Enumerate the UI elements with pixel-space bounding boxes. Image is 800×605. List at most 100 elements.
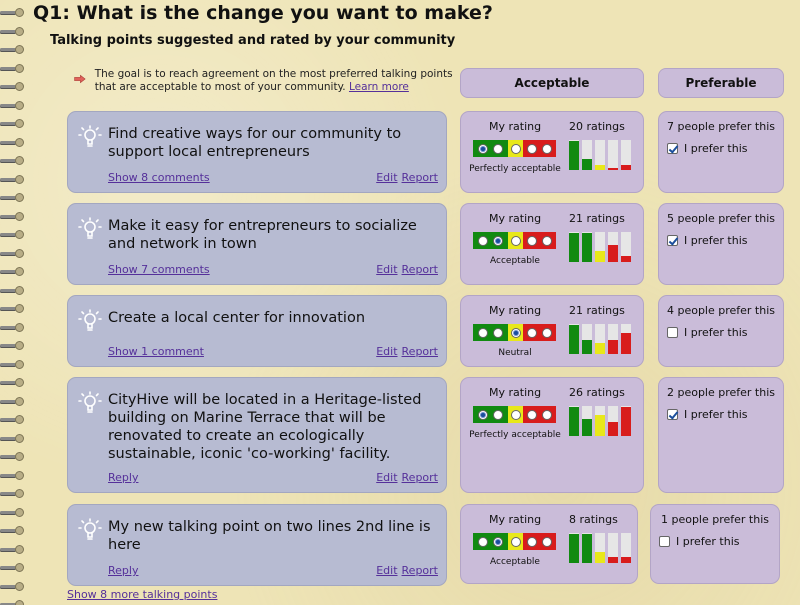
page-title: Q1: What is the change you want to make? [33, 2, 493, 24]
spiral-ring [0, 45, 26, 54]
rating-option-3[interactable] [510, 536, 521, 547]
spiral-ring [0, 563, 26, 572]
rating-option-5[interactable] [541, 327, 552, 338]
rating-option-4[interactable] [527, 536, 538, 547]
rating-segment-yellow [508, 324, 523, 341]
distribution-bar-fill [569, 534, 579, 563]
prefer-checkbox[interactable] [659, 536, 670, 547]
spiral-ring [0, 489, 26, 498]
rating-option-4[interactable] [527, 327, 538, 338]
rating-segment-yellow [508, 232, 523, 249]
rating-option-4[interactable] [527, 409, 538, 420]
rating-option-2[interactable] [493, 143, 503, 154]
reply-link[interactable]: Reply [108, 471, 138, 484]
spiral-ring [0, 322, 26, 332]
show-comments-link[interactable]: Show 8 comments [108, 171, 210, 184]
rating-segment-green [473, 232, 508, 249]
prefer-checkbox[interactable] [667, 327, 678, 338]
rating-option-5[interactable] [541, 536, 552, 547]
rating-option-1[interactable] [478, 409, 488, 420]
spiral-ring [0, 341, 26, 350]
distribution-bar-fill [595, 165, 605, 170]
rating-option-1[interactable] [478, 235, 488, 246]
spiral-ring [0, 470, 26, 480]
rating-option-4[interactable] [527, 143, 538, 154]
rating-segment-green [473, 406, 508, 423]
notebook-spiral [0, 0, 26, 605]
spiral-ring [0, 600, 26, 605]
prefer-label: I prefer this [684, 142, 748, 155]
rating-segment-green [473, 533, 508, 550]
rating-option-3[interactable] [510, 327, 521, 338]
rating-scale [473, 232, 556, 249]
spiral-ring [0, 452, 26, 461]
arrow-right-icon [74, 74, 86, 84]
spiral-ring [0, 544, 26, 554]
preferable-column-header: Preferable [658, 68, 784, 98]
edit-link[interactable]: Edit [376, 564, 397, 577]
show-more-link[interactable]: Show 8 more talking points [67, 588, 217, 601]
spiral-ring [0, 267, 26, 276]
rating-distribution [569, 140, 631, 170]
prefer-count: 7 people prefer this [666, 120, 776, 133]
my-rating-value: Neutral [498, 348, 532, 358]
rating-option-4[interactable] [527, 235, 538, 246]
spiral-ring [0, 433, 26, 443]
lightbulb-icon [78, 309, 102, 331]
rating-option-1[interactable] [478, 536, 488, 547]
distribution-bar-3 [595, 140, 605, 170]
spiral-ring [0, 507, 26, 517]
reply-link[interactable]: Reply [108, 564, 138, 577]
rating-option-1[interactable] [478, 327, 488, 338]
ratings-count: 20 ratings [569, 120, 625, 133]
spiral-ring [0, 304, 26, 313]
show-comments-link[interactable]: Show 1 comment [108, 345, 204, 358]
my-rating-label: My rating [489, 386, 542, 399]
distribution-bar-2 [582, 533, 592, 563]
edit-link[interactable]: Edit [376, 471, 397, 484]
rating-option-2[interactable] [493, 409, 503, 420]
my-rating-value: Perfectly acceptable [469, 430, 561, 440]
distribution-bar-fill [582, 159, 592, 170]
distribution-bar-fill [621, 165, 631, 170]
rating-option-2[interactable] [493, 327, 503, 338]
distribution-bar-3 [595, 533, 605, 563]
talking-point-card: Find creative ways for our community to … [67, 111, 447, 193]
distribution-bar-fill [608, 557, 618, 563]
report-link[interactable]: Report [402, 171, 438, 184]
intro-note: The goal is to reach agreement on the mo… [74, 68, 454, 94]
edit-link[interactable]: Edit [376, 171, 397, 184]
rating-distribution [569, 533, 631, 563]
prefer-checkbox[interactable] [667, 235, 678, 246]
spiral-ring [0, 581, 26, 591]
distribution-bar-4 [608, 232, 618, 262]
rating-option-3[interactable] [510, 235, 521, 246]
spiral-ring [0, 211, 26, 221]
distribution-bar-fill [582, 340, 592, 354]
edit-link[interactable]: Edit [376, 263, 397, 276]
rating-option-3[interactable] [510, 143, 521, 154]
rating-option-5[interactable] [541, 409, 552, 420]
learn-more-link[interactable]: Learn more [349, 81, 409, 93]
report-link[interactable]: Report [402, 263, 438, 276]
my-rating-value: Acceptable [490, 557, 540, 567]
rating-option-5[interactable] [541, 143, 552, 154]
report-link[interactable]: Report [402, 471, 438, 484]
prefer-checkbox[interactable] [667, 143, 678, 154]
rating-distribution [569, 232, 631, 262]
spiral-ring [0, 248, 26, 258]
distribution-bar-1 [569, 140, 579, 170]
show-comments-link[interactable]: Show 7 comments [108, 263, 210, 276]
prefer-checkbox[interactable] [667, 409, 678, 420]
distribution-bar-1 [569, 232, 579, 262]
edit-link[interactable]: Edit [376, 345, 397, 358]
rating-option-5[interactable] [541, 235, 552, 246]
report-link[interactable]: Report [402, 564, 438, 577]
report-link[interactable]: Report [402, 345, 438, 358]
distribution-bar-5 [621, 324, 631, 354]
rating-option-1[interactable] [478, 143, 488, 154]
rating-option-2[interactable] [493, 235, 503, 246]
rating-scale [473, 406, 556, 423]
rating-option-3[interactable] [510, 409, 521, 420]
rating-option-2[interactable] [493, 536, 503, 547]
